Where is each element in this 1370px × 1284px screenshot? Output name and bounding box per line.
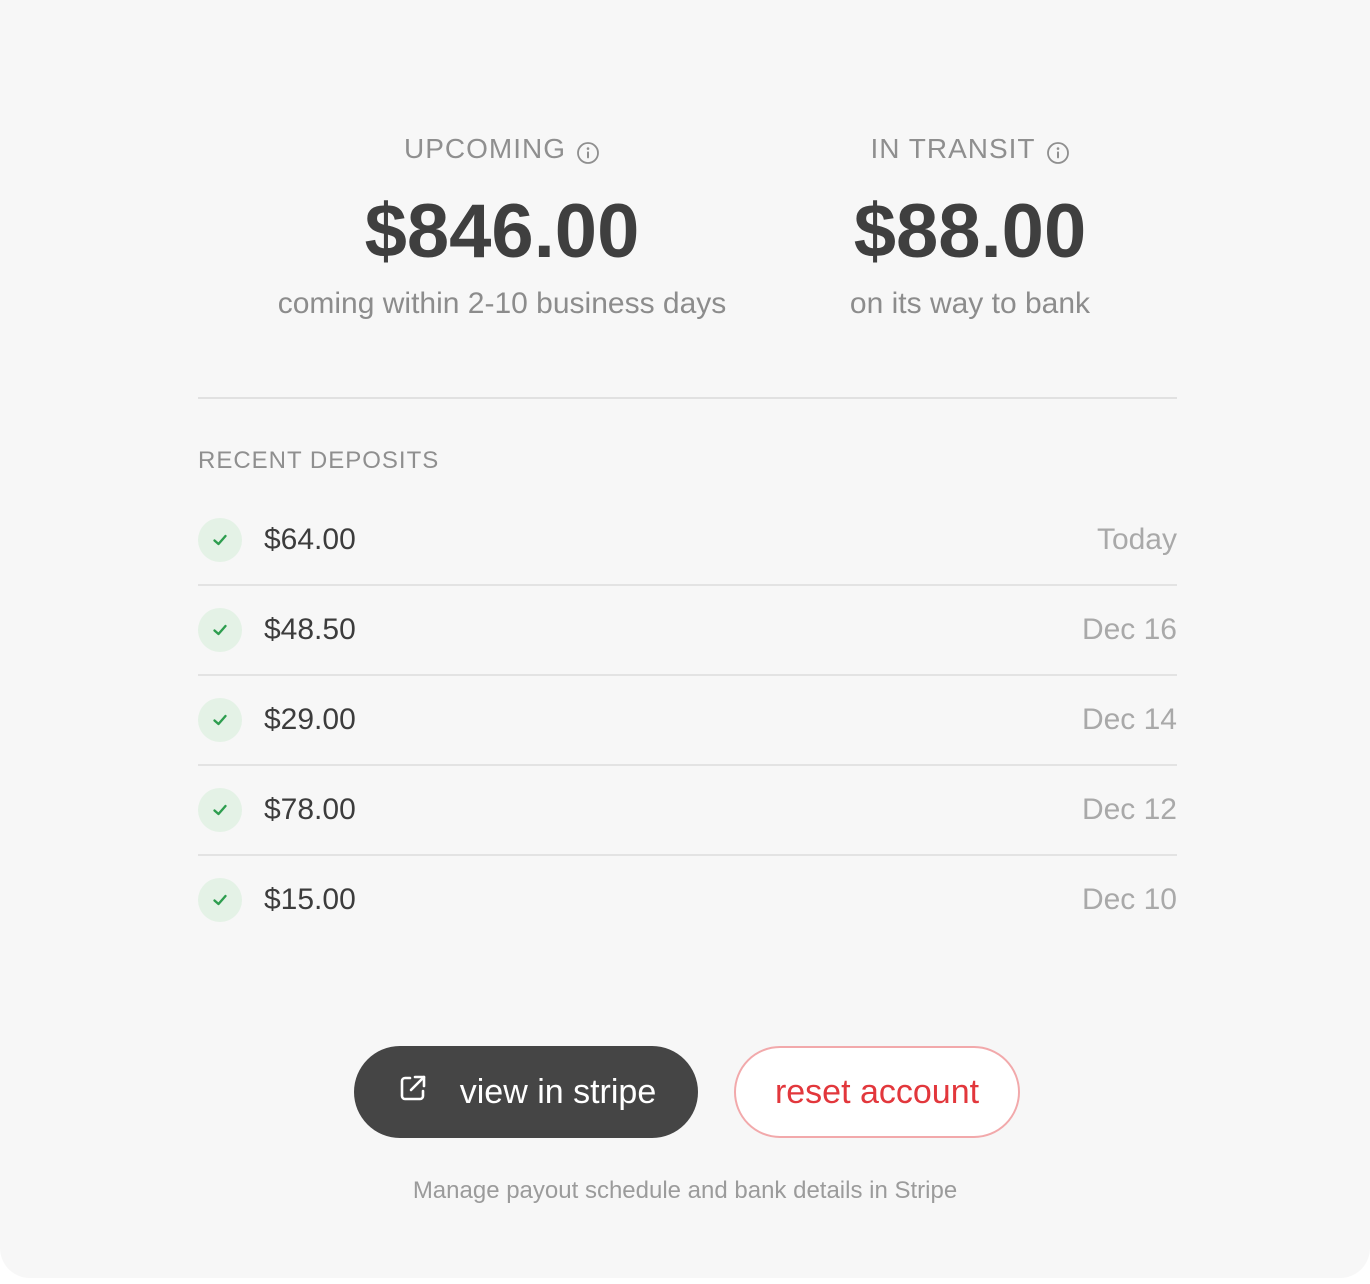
list-item: $29.00 Dec 14 — [198, 676, 1177, 766]
in-transit-subtitle: on its way to bank — [849, 287, 1091, 320]
view-in-stripe-label: view in stripe — [459, 1072, 657, 1111]
deposit-amount: $15.00 — [264, 883, 356, 916]
deposit-date: Dec 12 — [1081, 793, 1177, 826]
in-transit-amount: $88.00 — [853, 189, 1087, 274]
deposit-amount: $48.50 — [264, 613, 356, 646]
in-transit-label: IN TRANSIT — [870, 133, 1036, 164]
payouts-panel: UPCOMING $846.00 coming within 2-10 busi… — [0, 0, 1370, 1278]
deposit-amount: $29.00 — [264, 703, 356, 736]
payout-summary: UPCOMING $846.00 coming within 2-10 busi… — [0, 130, 1370, 330]
reset-account-button[interactable]: reset account — [734, 1046, 1020, 1138]
upcoming-amount: $846.00 — [364, 189, 640, 274]
deposit-date: Dec 16 — [1081, 613, 1177, 646]
reset-account-label: reset account — [774, 1072, 980, 1111]
list-item: $78.00 Dec 12 — [198, 766, 1177, 856]
action-buttons: view in stripe reset account — [354, 1046, 1020, 1138]
check-icon — [198, 518, 242, 562]
info-icon[interactable] — [576, 137, 600, 164]
in-transit-stat: IN TRANSIT $88.00 on its way to bank — [800, 130, 1140, 324]
upcoming-label: UPCOMING — [404, 133, 566, 164]
deposit-date: Dec 14 — [1081, 703, 1177, 736]
in-transit-label-row: IN TRANSIT — [870, 130, 1069, 168]
check-icon — [198, 878, 242, 922]
view-in-stripe-button[interactable]: view in stripe — [354, 1046, 698, 1138]
check-icon — [198, 608, 242, 652]
list-item: $64.00 Today — [198, 496, 1177, 586]
check-icon — [198, 698, 242, 742]
recent-deposits-title: RECENT DEPOSITS — [198, 447, 440, 474]
deposit-list: $64.00 Today $48.50 Dec 16 $29.00 Dec 14… — [198, 496, 1177, 944]
upcoming-subtitle: coming within 2-10 business days — [277, 287, 727, 320]
deposit-date: Dec 10 — [1081, 883, 1177, 916]
list-item: $15.00 Dec 10 — [198, 856, 1177, 944]
section-divider — [198, 397, 1177, 399]
upcoming-label-row: UPCOMING — [404, 130, 600, 168]
list-item: $48.50 Dec 16 — [198, 586, 1177, 676]
deposit-amount: $64.00 — [264, 523, 356, 556]
external-link-icon — [396, 1071, 430, 1114]
upcoming-stat: UPCOMING $846.00 coming within 2-10 busi… — [236, 130, 768, 324]
stripe-footnote: Manage payout schedule and bank details … — [412, 1177, 958, 1204]
deposit-amount: $78.00 — [264, 793, 356, 826]
deposit-date: Today — [1096, 523, 1177, 556]
check-icon — [198, 788, 242, 832]
info-icon[interactable] — [1046, 137, 1070, 164]
